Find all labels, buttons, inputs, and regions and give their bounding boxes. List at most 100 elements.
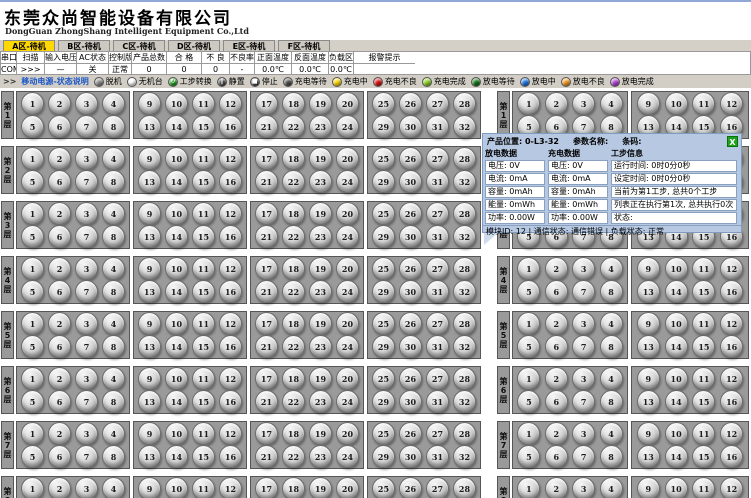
right-cell-r4-12[interactable]: 12 — [720, 257, 743, 280]
left-cell-r3-11[interactable]: 11 — [192, 202, 215, 225]
right-cell-r6-2[interactable]: 2 — [545, 367, 568, 390]
left-cell-r5-12[interactable]: 12 — [219, 312, 242, 335]
left-cell-r7-22[interactable]: 22 — [282, 445, 305, 468]
right-cell-r7-13[interactable]: 13 — [637, 445, 660, 468]
left-cell-r3-9[interactable]: 9 — [138, 202, 161, 225]
left-cell-r5-15[interactable]: 15 — [192, 335, 215, 358]
left-cell-r6-22[interactable]: 22 — [282, 390, 305, 413]
left-cell-r7-14[interactable]: 14 — [165, 445, 188, 468]
left-cell-r4-17[interactable]: 17 — [255, 257, 278, 280]
left-cell-r6-23[interactable]: 23 — [309, 390, 332, 413]
left-cell-r5-18[interactable]: 18 — [282, 312, 305, 335]
left-cell-r7-9[interactable]: 9 — [138, 422, 161, 445]
left-cell-r4-2[interactable]: 2 — [48, 257, 71, 280]
left-cell-r2-17[interactable]: 17 — [255, 147, 278, 170]
left-cell-r6-31[interactable]: 31 — [426, 390, 449, 413]
left-cell-r4-23[interactable]: 23 — [309, 280, 332, 303]
left-cell-r5-32[interactable]: 32 — [453, 335, 476, 358]
left-cell-r1-29[interactable]: 29 — [372, 115, 395, 138]
left-cell-r3-27[interactable]: 27 — [426, 202, 449, 225]
left-cell-r1-6[interactable]: 6 — [48, 115, 71, 138]
left-cell-r3-20[interactable]: 20 — [336, 202, 359, 225]
right-cell-r7-9[interactable]: 9 — [637, 422, 660, 445]
left-cell-r4-6[interactable]: 6 — [48, 280, 71, 303]
right-cell-r5-7[interactable]: 7 — [572, 335, 595, 358]
left-cell-r6-2[interactable]: 2 — [48, 367, 71, 390]
left-cell-r5-1[interactable]: 1 — [21, 312, 44, 335]
left-cell-r3-8[interactable]: 8 — [102, 225, 125, 248]
left-cell-r6-12[interactable]: 12 — [219, 367, 242, 390]
left-cell-r3-13[interactable]: 13 — [138, 225, 161, 248]
left-cell-r1-22[interactable]: 22 — [282, 115, 305, 138]
left-cell-r7-29[interactable]: 29 — [372, 445, 395, 468]
left-cell-r2-27[interactable]: 27 — [426, 147, 449, 170]
left-cell-r8-17[interactable]: 17 — [255, 477, 278, 498]
left-cell-r8-3[interactable]: 3 — [75, 477, 98, 498]
right-cell-r5-11[interactable]: 11 — [692, 312, 715, 335]
left-cell-r2-12[interactable]: 12 — [219, 147, 242, 170]
left-cell-r1-20[interactable]: 20 — [336, 92, 359, 115]
left-cell-r4-4[interactable]: 4 — [102, 257, 125, 280]
left-cell-r5-28[interactable]: 28 — [453, 312, 476, 335]
right-cell-r6-12[interactable]: 12 — [720, 367, 743, 390]
left-cell-r7-32[interactable]: 32 — [453, 445, 476, 468]
right-cell-r6-15[interactable]: 15 — [692, 390, 715, 413]
left-cell-r6-24[interactable]: 24 — [336, 390, 359, 413]
left-cell-r1-25[interactable]: 25 — [372, 92, 395, 115]
left-cell-r6-15[interactable]: 15 — [192, 390, 215, 413]
left-cell-r2-25[interactable]: 25 — [372, 147, 395, 170]
left-cell-r3-17[interactable]: 17 — [255, 202, 278, 225]
left-cell-r7-23[interactable]: 23 — [309, 445, 332, 468]
left-cell-r8-4[interactable]: 4 — [102, 477, 125, 498]
left-cell-r5-9[interactable]: 9 — [138, 312, 161, 335]
left-cell-r7-10[interactable]: 10 — [165, 422, 188, 445]
left-cell-r1-8[interactable]: 8 — [102, 115, 125, 138]
left-cell-r3-16[interactable]: 16 — [219, 225, 242, 248]
right-cell-r4-4[interactable]: 4 — [600, 257, 623, 280]
left-cell-r6-11[interactable]: 11 — [192, 367, 215, 390]
right-cell-r6-3[interactable]: 3 — [572, 367, 595, 390]
right-cell-r7-11[interactable]: 11 — [692, 422, 715, 445]
left-cell-r1-21[interactable]: 21 — [255, 115, 278, 138]
left-cell-r8-19[interactable]: 19 — [309, 477, 332, 498]
left-cell-r6-17[interactable]: 17 — [255, 367, 278, 390]
left-cell-r6-27[interactable]: 27 — [426, 367, 449, 390]
left-cell-r4-26[interactable]: 26 — [399, 257, 422, 280]
right-cell-r4-2[interactable]: 2 — [545, 257, 568, 280]
left-cell-r4-12[interactable]: 12 — [219, 257, 242, 280]
right-cell-r7-5[interactable]: 5 — [517, 445, 540, 468]
left-cell-r1-11[interactable]: 11 — [192, 92, 215, 115]
left-cell-r5-20[interactable]: 20 — [336, 312, 359, 335]
right-cell-r5-5[interactable]: 5 — [517, 335, 540, 358]
left-cell-r3-25[interactable]: 25 — [372, 202, 395, 225]
left-cell-r3-29[interactable]: 29 — [372, 225, 395, 248]
tab-zone-2[interactable]: C区-待机 — [113, 40, 165, 51]
left-cell-r7-8[interactable]: 8 — [102, 445, 125, 468]
left-cell-r6-10[interactable]: 10 — [165, 367, 188, 390]
right-cell-r4-13[interactable]: 13 — [637, 280, 660, 303]
right-cell-r7-8[interactable]: 8 — [600, 445, 623, 468]
left-cell-r5-26[interactable]: 26 — [399, 312, 422, 335]
left-cell-r3-18[interactable]: 18 — [282, 202, 305, 225]
left-cell-r2-31[interactable]: 31 — [426, 170, 449, 193]
left-cell-r1-26[interactable]: 26 — [399, 92, 422, 115]
left-cell-r5-11[interactable]: 11 — [192, 312, 215, 335]
left-cell-r6-26[interactable]: 26 — [399, 367, 422, 390]
right-cell-r7-4[interactable]: 4 — [600, 422, 623, 445]
popup-close-button[interactable]: X — [727, 136, 738, 147]
right-cell-r7-3[interactable]: 3 — [572, 422, 595, 445]
left-cell-r7-1[interactable]: 1 — [21, 422, 44, 445]
left-cell-r2-26[interactable]: 26 — [399, 147, 422, 170]
left-cell-r3-21[interactable]: 21 — [255, 225, 278, 248]
left-cell-r4-31[interactable]: 31 — [426, 280, 449, 303]
left-cell-r5-27[interactable]: 27 — [426, 312, 449, 335]
right-cell-r7-12[interactable]: 12 — [720, 422, 743, 445]
left-cell-r6-6[interactable]: 6 — [48, 390, 71, 413]
left-cell-r3-23[interactable]: 23 — [309, 225, 332, 248]
left-cell-r6-14[interactable]: 14 — [165, 390, 188, 413]
right-cell-r7-15[interactable]: 15 — [692, 445, 715, 468]
left-cell-r8-18[interactable]: 18 — [282, 477, 305, 498]
left-cell-r2-6[interactable]: 6 — [48, 170, 71, 193]
tab-zone-4[interactable]: E区-待机 — [223, 40, 275, 51]
left-cell-r5-4[interactable]: 4 — [102, 312, 125, 335]
